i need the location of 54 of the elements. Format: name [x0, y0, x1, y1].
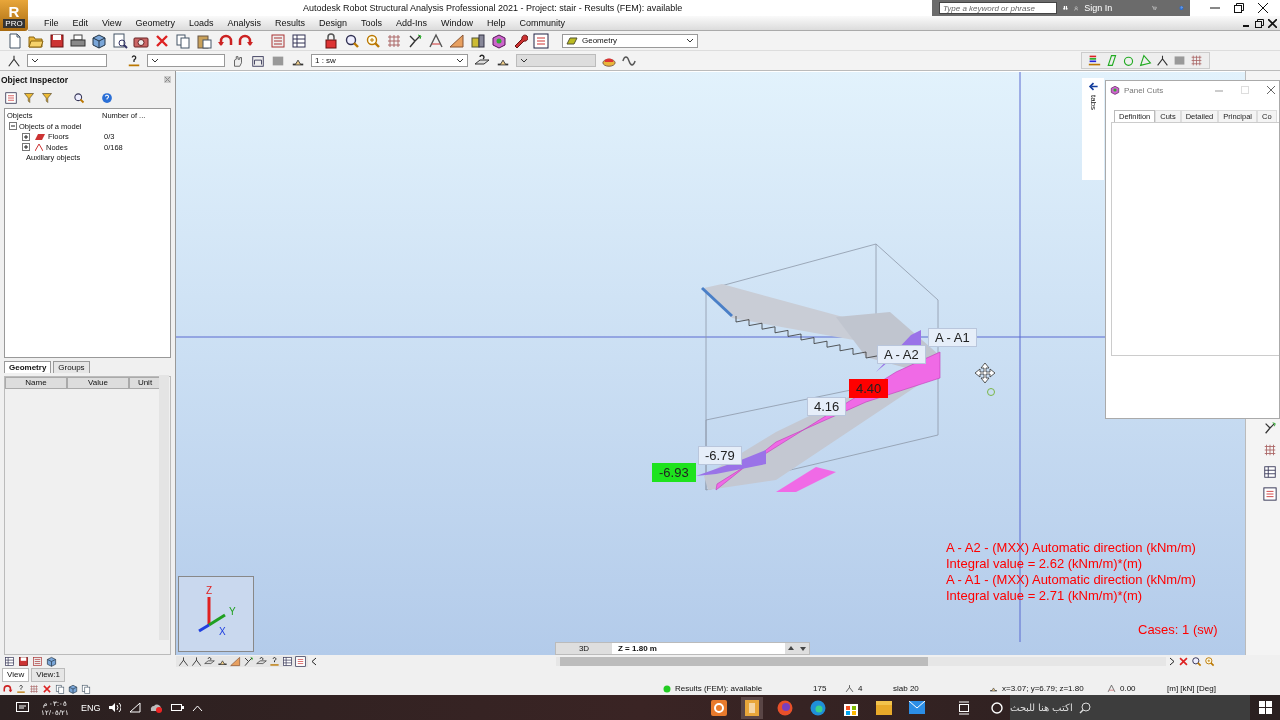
menu-item[interactable]: Loads	[181, 18, 221, 28]
menu-item[interactable]: Analysis	[220, 18, 268, 28]
language-indicator[interactable]: ENG	[80, 702, 101, 713]
menu-item[interactable]: File	[37, 18, 66, 28]
panel-tab[interactable]: Groups	[53, 361, 90, 373]
side-tab[interactable]: tabs	[1088, 95, 1098, 111]
level-field[interactable]: Z = 1.80 m	[612, 643, 785, 654]
menu-item[interactable]: Window	[434, 18, 481, 28]
window-title: Panel Cuts	[1124, 85, 1164, 95]
legend-text: A - A2 - (MXX) Automatic direction (kNm/m)	[946, 540, 1196, 556]
axis-label: Y	[229, 606, 236, 617]
menu-item[interactable]: Help	[480, 18, 513, 28]
status-text: 0.00	[1120, 684, 1136, 693]
result-label: -6.79	[698, 446, 742, 465]
case-dropdown[interactable]: 1 : sw	[311, 54, 468, 67]
legend-text: Integral value = 2.62 (kNm/m)*(m)	[946, 556, 1144, 572]
menu-item[interactable]: Add-Ins	[389, 18, 435, 28]
result-label: -6.93	[652, 463, 696, 482]
menu-item[interactable]: Community	[512, 18, 573, 28]
result-label: 4.16	[807, 397, 847, 416]
axis-label: X	[219, 626, 226, 637]
result-label: 4.40	[849, 379, 889, 398]
taskbar-search-field[interactable]: اكتب هنا للبحث	[1010, 695, 1250, 720]
layout-dropdown[interactable]: Geometry	[562, 33, 698, 48]
panel-title: Object Inspector	[1, 74, 69, 85]
view-tab[interactable]: View:1	[31, 667, 66, 682]
result-label: A - A2	[877, 345, 926, 364]
status-text: Results (FEM): available	[675, 684, 763, 693]
menu-item[interactable]: View	[95, 18, 129, 28]
menu-item[interactable]: Results	[267, 18, 312, 28]
sign-in-link[interactable]: Sign In	[1084, 3, 1113, 13]
status-text: x=3.07; y=6.79; z=1.80	[1002, 684, 1084, 693]
status-text: 175	[813, 684, 828, 693]
column-header[interactable]: Name	[5, 377, 67, 389]
view-tab[interactable]: View	[2, 667, 30, 682]
menu-item[interactable]: Edit	[65, 18, 96, 28]
result-label: A - A1	[928, 328, 977, 347]
column-header[interactable]: Value	[67, 377, 129, 389]
app-logo[interactable]: R PRO	[0, 0, 28, 31]
menu-item[interactable]: Geometry	[128, 18, 182, 28]
status-text: slab 20	[893, 684, 920, 693]
search-field[interactable]: Type a keyword or phrase	[939, 2, 1057, 14]
status-text: 4	[858, 684, 863, 693]
legend-text: A - A1 - (MXX) Automatic direction (kNm/m)	[946, 572, 1196, 588]
legend-text: Integral value = 2.71 (kNm/m)*(m)	[946, 588, 1144, 604]
axis-label: Z	[206, 585, 213, 596]
panel-tab[interactable]: Geometry	[4, 361, 52, 373]
projection-label[interactable]: 3D	[556, 644, 612, 653]
column-header[interactable]: Unit	[129, 377, 161, 389]
menu-item[interactable]: Tools	[354, 18, 389, 28]
cases-text: Cases: 1 (sw)	[1138, 622, 1218, 637]
menu-item[interactable]: Design	[311, 18, 354, 28]
status-text: [m] [kN] [Deg]	[1167, 684, 1216, 693]
window-title: Autodesk Robot Structural Analysis Professional 2021 - Project: stair - Results (FEM): available	[303, 3, 683, 13]
